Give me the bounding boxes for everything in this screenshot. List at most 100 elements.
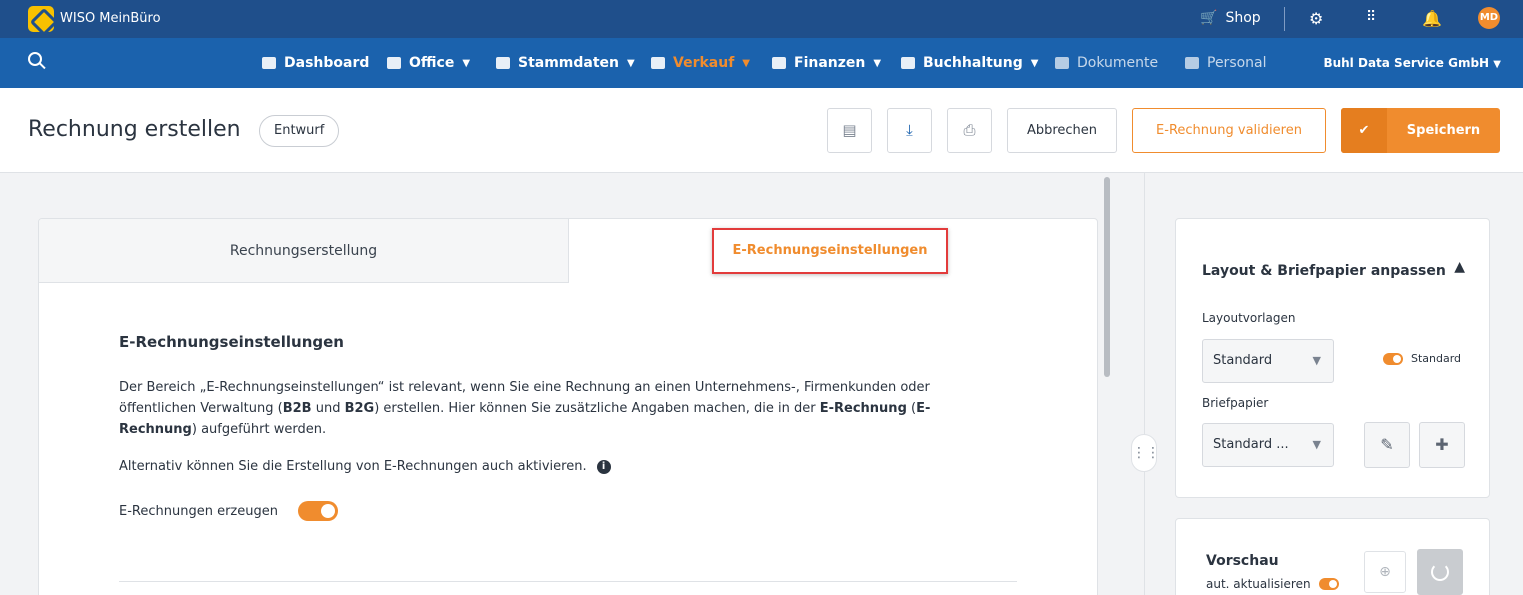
- nav-item-dashboard[interactable]: Dashboard: [262, 55, 369, 71]
- nav-item-dokumente[interactable]: Dokumente: [1055, 55, 1158, 71]
- app-logo-icon[interactable]: [28, 6, 54, 32]
- search-icon[interactable]: [28, 52, 42, 66]
- zoom-in-icon: ⊕: [1379, 564, 1391, 580]
- save-button[interactable]: ✔ Speichern: [1341, 108, 1500, 153]
- main-nav: Dashboard Office ▼ Stammdaten ▼ Verkauf …: [0, 38, 1523, 88]
- chevron-down-icon: ▼: [742, 57, 750, 69]
- desc-text: ) aufgeführt werden.: [191, 422, 327, 437]
- layoutvorlagen-label: Layoutvorlagen: [1202, 311, 1296, 325]
- cart-icon: 🛒: [1200, 10, 1218, 26]
- nav-item-label: Personal: [1207, 55, 1267, 71]
- id-card-icon: [1185, 57, 1199, 69]
- save-label: Speichern: [1406, 123, 1481, 138]
- briefpapier-select[interactable]: Standard ... ▼: [1202, 423, 1334, 467]
- e-invoice-toggle[interactable]: [297, 501, 338, 521]
- panel-divider: [1144, 173, 1145, 595]
- bell-icon[interactable]: 🔔: [1422, 9, 1442, 28]
- briefpapier-label: Briefpapier: [1202, 396, 1269, 410]
- person-icon: [496, 57, 510, 69]
- panel-title: Layout & Briefpapier anpassen: [1202, 263, 1446, 279]
- info-icon[interactable]: i: [596, 459, 611, 474]
- nav-item-label: Verkauf: [673, 55, 735, 71]
- nav-item-office[interactable]: Office ▼: [387, 55, 470, 71]
- toggle-label: E-Rechnungen erzeugen: [119, 503, 278, 519]
- nav-item-label: Finanzen: [794, 55, 866, 71]
- desc-text: (: [906, 401, 917, 416]
- invoice-card: Rechnungserstellung E-Rechnungseinstellu…: [38, 218, 1098, 595]
- nav-item-finanzen[interactable]: Finanzen ▼: [772, 55, 881, 71]
- edit-briefpapier-button[interactable]: ✎: [1364, 422, 1410, 468]
- chevron-up-icon[interactable]: ▲: [1454, 259, 1465, 275]
- nav-item-label: Stammdaten: [518, 55, 620, 71]
- desc-text: ) erstellen. Hier können Sie zusätzliche…: [374, 401, 820, 416]
- desc-text: und: [311, 401, 345, 416]
- desc-bold: B2B: [282, 401, 312, 416]
- layoutvorlagen-select[interactable]: Standard ▼: [1202, 339, 1334, 383]
- chevron-down-icon: ▼: [1030, 57, 1039, 69]
- nav-item-stammdaten[interactable]: Stammdaten ▼: [496, 55, 635, 71]
- chevron-down-icon: ▼: [1312, 438, 1321, 451]
- section-description: Der Bereich „E-Rechnungseinstellungen“ i…: [119, 377, 999, 440]
- topbar-divider: [1284, 7, 1285, 31]
- nav-item-personal[interactable]: Personal: [1185, 55, 1267, 71]
- auto-update-toggle[interactable]: [1318, 578, 1339, 590]
- layout-panel: Layout & Briefpapier anpassen ▲ Layoutvo…: [1175, 218, 1490, 498]
- add-briefpapier-button[interactable]: ✚: [1419, 422, 1465, 468]
- gear-icon[interactable]: ⚙: [1309, 9, 1323, 28]
- ledger-icon: [901, 57, 915, 69]
- dashboard-icon: [262, 57, 276, 69]
- check-icon: ✔: [1341, 108, 1387, 153]
- printer-icon: ⎙: [963, 121, 976, 139]
- nav-item-label: Dashboard: [284, 55, 370, 71]
- drag-handle-icon[interactable]: ⋮⋮: [1131, 434, 1160, 472]
- status-badge: Entwurf: [259, 115, 340, 147]
- zoom-button[interactable]: ⊕: [1364, 551, 1406, 593]
- folder-icon: [1055, 57, 1069, 69]
- auto-update-row: aut. aktualisieren: [1206, 577, 1339, 591]
- tab-e-rechnungseinstellungen[interactable]: E-Rechnungseinstellungen: [569, 219, 1097, 283]
- loading-spinner-icon: [1417, 549, 1463, 595]
- plus-icon: ✚: [1435, 435, 1449, 454]
- toggle-label: Standard: [1411, 352, 1462, 365]
- nav-item-buchhaltung[interactable]: Buchhaltung ▼: [901, 55, 1038, 71]
- nav-item-label: Buchhaltung: [923, 55, 1023, 71]
- company-switcher[interactable]: Buhl Data Service GmbH ▼: [1323, 56, 1501, 70]
- document-icon: [651, 57, 665, 69]
- desc-bold: E-Rechnung: [819, 401, 907, 416]
- download-icon: ⤓: [906, 121, 913, 139]
- page-title: Rechnung erstellen: [28, 117, 241, 142]
- chevron-down-icon: ▼: [873, 57, 882, 69]
- tab-label: E-Rechnungseinstellungen: [712, 228, 948, 274]
- chevron-down-icon: ▼: [1312, 354, 1321, 367]
- nav-item-verkauf[interactable]: Verkauf ▼: [651, 55, 750, 71]
- alternative-text: Alternativ können Sie die Erstellung von…: [119, 459, 587, 474]
- shop-label: Shop: [1225, 10, 1261, 26]
- section-title: E-Rechnungseinstellungen: [119, 333, 344, 351]
- standard-toggle[interactable]: [1383, 352, 1403, 365]
- top-bar: WISO MeinBüro 🛒 Shop ⚙ ⠿ 🔔 MD: [0, 0, 1523, 38]
- app-grid-icon[interactable]: ⠿: [1366, 9, 1376, 25]
- document-icon: ▤: [842, 121, 857, 139]
- select-value: Standard ...: [1213, 437, 1289, 452]
- scrollbar[interactable]: [1104, 177, 1110, 377]
- nav-item-label: Office: [409, 55, 455, 71]
- avatar[interactable]: MD: [1478, 7, 1500, 29]
- validate-e-invoice-button[interactable]: E-Rechnung validieren: [1132, 108, 1326, 153]
- chevron-down-icon: ▼: [627, 57, 635, 69]
- divider: [119, 581, 1017, 582]
- shop-link[interactable]: 🛒 Shop: [1200, 10, 1261, 26]
- preview-panel: Vorschau aut. aktualisieren ⊕: [1175, 518, 1490, 595]
- standard-toggle-row: Standard: [1383, 352, 1461, 365]
- panel-title: Vorschau: [1206, 553, 1279, 569]
- app-name: WISO MeinBüro: [60, 11, 161, 26]
- select-value: Standard: [1213, 353, 1273, 368]
- document-preview-button[interactable]: ▤: [827, 108, 872, 153]
- print-button[interactable]: ⎙: [947, 108, 992, 153]
- download-button[interactable]: ⤓: [887, 108, 932, 153]
- e-invoice-toggle-row: E-Rechnungen erzeugen: [119, 501, 338, 521]
- toggle-label: aut. aktualisieren: [1206, 577, 1311, 591]
- cancel-button[interactable]: Abbrechen: [1007, 108, 1117, 153]
- tab-rechnungserstellung[interactable]: Rechnungserstellung: [39, 219, 569, 283]
- office-icon: [387, 57, 401, 69]
- bank-icon: [772, 57, 786, 69]
